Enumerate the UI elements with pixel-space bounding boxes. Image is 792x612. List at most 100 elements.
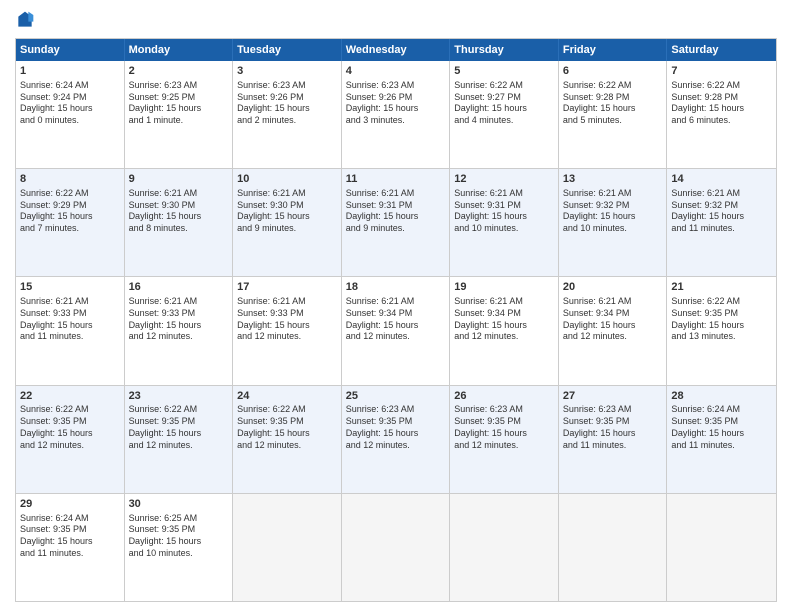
page: Sunday Monday Tuesday Wednesday Thursday… bbox=[0, 0, 792, 612]
calendar-cell-r5-c3 bbox=[233, 494, 342, 601]
cell-info-line: Sunset: 9:29 PM bbox=[20, 200, 120, 212]
day-number: 29 bbox=[20, 497, 120, 512]
cell-info-line: Daylight: 15 hours bbox=[20, 428, 120, 440]
cell-info-line: Sunset: 9:32 PM bbox=[671, 200, 772, 212]
cell-info-line: Sunrise: 6:22 AM bbox=[129, 404, 229, 416]
calendar-cell-r2-c3: 10Sunrise: 6:21 AMSunset: 9:30 PMDayligh… bbox=[233, 169, 342, 276]
cell-info-line: Sunset: 9:33 PM bbox=[20, 308, 120, 320]
day-number: 11 bbox=[346, 172, 446, 187]
cell-info-line: and 10 minutes. bbox=[563, 223, 663, 235]
cell-info-line: Daylight: 15 hours bbox=[20, 536, 120, 548]
calendar-cell-r4-c5: 26Sunrise: 6:23 AMSunset: 9:35 PMDayligh… bbox=[450, 386, 559, 493]
cell-info-line: Sunset: 9:35 PM bbox=[671, 308, 772, 320]
cell-info-line: Sunset: 9:30 PM bbox=[237, 200, 337, 212]
header-sunday: Sunday bbox=[16, 39, 125, 61]
cell-info-line: Daylight: 15 hours bbox=[20, 211, 120, 223]
cell-info-line: Daylight: 15 hours bbox=[454, 428, 554, 440]
day-number: 23 bbox=[129, 389, 229, 404]
day-number: 12 bbox=[454, 172, 554, 187]
calendar-cell-r3-c3: 17Sunrise: 6:21 AMSunset: 9:33 PMDayligh… bbox=[233, 277, 342, 384]
cell-info-line: Sunrise: 6:23 AM bbox=[346, 404, 446, 416]
day-number: 13 bbox=[563, 172, 663, 187]
cell-info-line: and 2 minutes. bbox=[237, 115, 337, 127]
cell-info-line: Sunrise: 6:23 AM bbox=[454, 404, 554, 416]
day-number: 19 bbox=[454, 280, 554, 295]
cell-info-line: Daylight: 15 hours bbox=[671, 103, 772, 115]
cell-info-line: Sunrise: 6:23 AM bbox=[563, 404, 663, 416]
cell-info-line: Sunset: 9:33 PM bbox=[237, 308, 337, 320]
calendar-cell-r3-c4: 18Sunrise: 6:21 AMSunset: 9:34 PMDayligh… bbox=[342, 277, 451, 384]
day-number: 25 bbox=[346, 389, 446, 404]
calendar-cell-r1-c4: 4Sunrise: 6:23 AMSunset: 9:26 PMDaylight… bbox=[342, 61, 451, 168]
cell-info-line: Sunset: 9:32 PM bbox=[563, 200, 663, 212]
cell-info-line: and 10 minutes. bbox=[129, 548, 229, 560]
cell-info-line: Sunset: 9:26 PM bbox=[346, 92, 446, 104]
cell-info-line: Sunset: 9:35 PM bbox=[346, 416, 446, 428]
cell-info-line: Sunset: 9:35 PM bbox=[129, 416, 229, 428]
calendar-cell-r2-c2: 9Sunrise: 6:21 AMSunset: 9:30 PMDaylight… bbox=[125, 169, 234, 276]
day-number: 2 bbox=[129, 64, 229, 79]
cell-info-line: and 3 minutes. bbox=[346, 115, 446, 127]
cell-info-line: Sunset: 9:31 PM bbox=[346, 200, 446, 212]
cell-info-line: Daylight: 15 hours bbox=[20, 320, 120, 332]
cell-info-line: and 11 minutes. bbox=[671, 440, 772, 452]
cell-info-line: Sunrise: 6:24 AM bbox=[20, 513, 120, 525]
cell-info-line: Sunset: 9:35 PM bbox=[20, 524, 120, 536]
cell-info-line: Sunset: 9:28 PM bbox=[671, 92, 772, 104]
cell-info-line: and 6 minutes. bbox=[671, 115, 772, 127]
cell-info-line: and 1 minute. bbox=[129, 115, 229, 127]
cell-info-line: Daylight: 15 hours bbox=[237, 103, 337, 115]
cell-info-line: Sunrise: 6:21 AM bbox=[563, 296, 663, 308]
cell-info-line: and 11 minutes. bbox=[563, 440, 663, 452]
day-number: 6 bbox=[563, 64, 663, 79]
cell-info-line: Sunrise: 6:22 AM bbox=[20, 188, 120, 200]
cell-info-line: Sunrise: 6:22 AM bbox=[237, 404, 337, 416]
cell-info-line: Sunset: 9:35 PM bbox=[454, 416, 554, 428]
header-tuesday: Tuesday bbox=[233, 39, 342, 61]
day-number: 18 bbox=[346, 280, 446, 295]
cell-info-line: Daylight: 15 hours bbox=[671, 428, 772, 440]
cell-info-line: Daylight: 15 hours bbox=[346, 428, 446, 440]
cell-info-line: Sunset: 9:35 PM bbox=[20, 416, 120, 428]
day-number: 17 bbox=[237, 280, 337, 295]
logo bbox=[15, 10, 39, 30]
calendar-row-3: 15Sunrise: 6:21 AMSunset: 9:33 PMDayligh… bbox=[16, 277, 776, 385]
calendar-cell-r1-c7: 7Sunrise: 6:22 AMSunset: 9:28 PMDaylight… bbox=[667, 61, 776, 168]
logo-icon bbox=[15, 10, 35, 30]
cell-info-line: Sunrise: 6:23 AM bbox=[237, 80, 337, 92]
cell-info-line: Daylight: 15 hours bbox=[346, 103, 446, 115]
cell-info-line: Daylight: 15 hours bbox=[129, 211, 229, 223]
day-number: 4 bbox=[346, 64, 446, 79]
cell-info-line: and 9 minutes. bbox=[237, 223, 337, 235]
cell-info-line: Sunset: 9:30 PM bbox=[129, 200, 229, 212]
header-friday: Friday bbox=[559, 39, 668, 61]
calendar-cell-r3-c7: 21Sunrise: 6:22 AMSunset: 9:35 PMDayligh… bbox=[667, 277, 776, 384]
cell-info-line: and 5 minutes. bbox=[563, 115, 663, 127]
cell-info-line: and 11 minutes. bbox=[671, 223, 772, 235]
calendar-cell-r4-c4: 25Sunrise: 6:23 AMSunset: 9:35 PMDayligh… bbox=[342, 386, 451, 493]
day-number: 9 bbox=[129, 172, 229, 187]
cell-info-line: and 7 minutes. bbox=[20, 223, 120, 235]
cell-info-line: Sunset: 9:35 PM bbox=[129, 524, 229, 536]
cell-info-line: and 8 minutes. bbox=[129, 223, 229, 235]
cell-info-line: Sunrise: 6:24 AM bbox=[671, 404, 772, 416]
cell-info-line: Daylight: 15 hours bbox=[454, 320, 554, 332]
calendar-header: Sunday Monday Tuesday Wednesday Thursday… bbox=[16, 39, 776, 61]
cell-info-line: Sunset: 9:26 PM bbox=[237, 92, 337, 104]
cell-info-line: Sunset: 9:33 PM bbox=[129, 308, 229, 320]
cell-info-line: Daylight: 15 hours bbox=[237, 320, 337, 332]
cell-info-line: Sunrise: 6:21 AM bbox=[346, 188, 446, 200]
calendar-cell-r1-c3: 3Sunrise: 6:23 AMSunset: 9:26 PMDaylight… bbox=[233, 61, 342, 168]
day-number: 20 bbox=[563, 280, 663, 295]
calendar-cell-r4-c2: 23Sunrise: 6:22 AMSunset: 9:35 PMDayligh… bbox=[125, 386, 234, 493]
cell-info-line: and 12 minutes. bbox=[563, 331, 663, 343]
day-number: 28 bbox=[671, 389, 772, 404]
calendar-cell-r4-c6: 27Sunrise: 6:23 AMSunset: 9:35 PMDayligh… bbox=[559, 386, 668, 493]
calendar-cell-r2-c5: 12Sunrise: 6:21 AMSunset: 9:31 PMDayligh… bbox=[450, 169, 559, 276]
cell-info-line: and 4 minutes. bbox=[454, 115, 554, 127]
cell-info-line: Sunset: 9:35 PM bbox=[563, 416, 663, 428]
calendar-cell-r2-c1: 8Sunrise: 6:22 AMSunset: 9:29 PMDaylight… bbox=[16, 169, 125, 276]
cell-info-line: Daylight: 15 hours bbox=[563, 103, 663, 115]
calendar-cell-r1-c6: 6Sunrise: 6:22 AMSunset: 9:28 PMDaylight… bbox=[559, 61, 668, 168]
cell-info-line: Daylight: 15 hours bbox=[129, 320, 229, 332]
